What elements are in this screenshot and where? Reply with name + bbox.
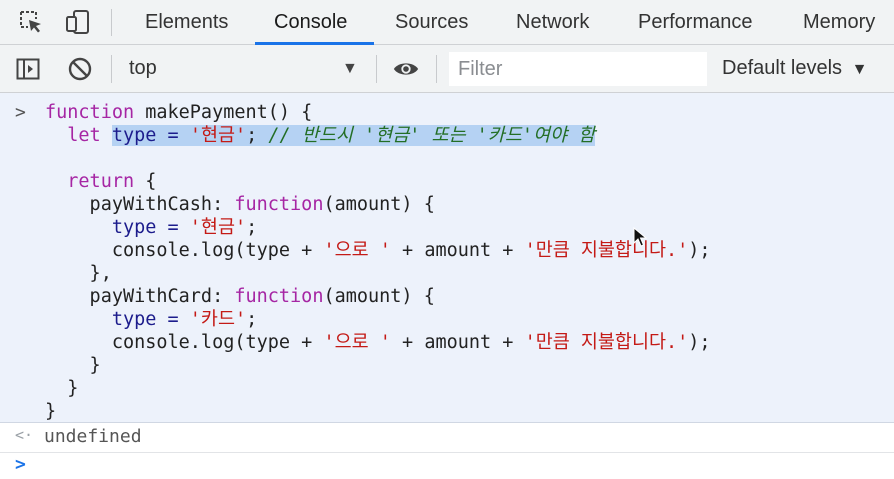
chevron-right-icon: > — [15, 102, 26, 123]
tab-elements[interactable]: Elements — [145, 0, 228, 44]
toolbar-separator — [111, 55, 112, 83]
mouse-cursor-icon — [633, 226, 648, 252]
console-result-entry: <· undefined — [0, 423, 894, 453]
code-line: return { — [67, 171, 157, 192]
toolbar-separator — [376, 55, 377, 83]
console-input-entry[interactable]: > function makePayment() { let type = '현… — [0, 93, 894, 423]
tab-memory[interactable]: Memory — [803, 0, 875, 44]
inspect-element-icon[interactable] — [17, 8, 45, 36]
code-line: type = '현금'; — [45, 217, 258, 238]
console-prompt[interactable]: > — [0, 453, 894, 479]
code-line: payWithCash: function(amount) { — [45, 194, 435, 215]
filter-input[interactable] — [449, 52, 707, 86]
code-line: let type = '현금'; // 반드시 '현금' 또는 '카드'여야 함 — [67, 125, 596, 146]
toolbar-separator — [111, 9, 112, 36]
log-levels-label: Default levels — [722, 57, 843, 79]
tab-console[interactable]: Console — [274, 0, 347, 44]
clear-console-icon[interactable] — [66, 55, 94, 83]
code-line: console.log(type + '으로 ' + amount + '만큼 … — [45, 240, 711, 261]
code-block[interactable]: function makePayment() { let type = '현금'… — [45, 101, 711, 423]
show-sidebar-icon[interactable] — [14, 55, 42, 83]
result-arrow-icon: <· — [15, 426, 34, 444]
toolbar-separator — [436, 55, 437, 83]
code-line: type = '카드'; — [45, 309, 258, 330]
code-line: function makePayment() { — [45, 102, 313, 123]
tab-performance[interactable]: Performance — [638, 0, 753, 44]
console-toolbar: top ▼ Default levels ▼ — [0, 45, 894, 93]
device-toolbar-icon[interactable] — [64, 8, 92, 36]
tab-sources[interactable]: Sources — [395, 0, 468, 44]
result-value: undefined — [44, 426, 142, 447]
text-selection: type = '현금'; // 반드시 '현금' 또는 '카드'여야 함 — [111, 125, 596, 146]
chevron-right-icon: > — [15, 454, 26, 475]
dropdown-arrow-icon: ▼ — [851, 61, 868, 78]
code-line: }, — [45, 263, 112, 284]
console-output[interactable]: > function makePayment() { let type = '현… — [0, 93, 894, 479]
dropdown-arrow-icon[interactable]: ▼ — [342, 45, 358, 92]
tab-network[interactable]: Network — [516, 0, 589, 44]
live-expression-icon[interactable] — [392, 55, 420, 83]
context-selector[interactable]: top — [129, 45, 157, 92]
log-levels-dropdown[interactable]: Default levels ▼ — [722, 45, 867, 92]
devtools-tab-bar: Elements Console Sources Network Perform… — [0, 0, 894, 45]
code-line: } — [45, 355, 101, 376]
code-line: payWithCard: function(amount) { — [45, 286, 435, 307]
code-line: } — [45, 378, 79, 399]
code-line: } — [45, 401, 57, 422]
code-line: console.log(type + '으로 ' + amount + '만큼 … — [45, 332, 711, 353]
